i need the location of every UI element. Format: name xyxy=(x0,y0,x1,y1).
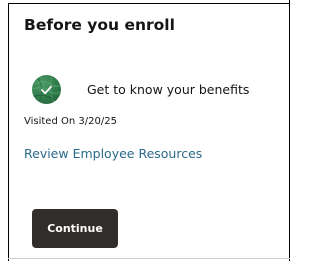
visited-label: Visited On xyxy=(24,116,76,127)
card-title: Before you enroll xyxy=(24,16,175,34)
card-bottom-divider xyxy=(8,258,290,259)
card-top-border xyxy=(8,3,290,4)
continue-button[interactable]: Continue xyxy=(32,209,118,248)
task-status-badge xyxy=(32,74,61,104)
task-label: Get to know your benefits xyxy=(87,81,250,97)
card-left-border xyxy=(8,3,9,261)
task-item[interactable]: Get to know your benefits xyxy=(32,74,249,104)
card-right-border xyxy=(289,0,290,261)
enroll-card: Before you enroll Get to know your benef… xyxy=(0,0,299,261)
review-employee-resources-link[interactable]: Review Employee Resources xyxy=(24,146,202,161)
checkmark-icon xyxy=(32,76,61,102)
visited-status: Visited On 3/20/25 xyxy=(24,116,117,127)
visited-date: 3/20/25 xyxy=(78,116,117,127)
